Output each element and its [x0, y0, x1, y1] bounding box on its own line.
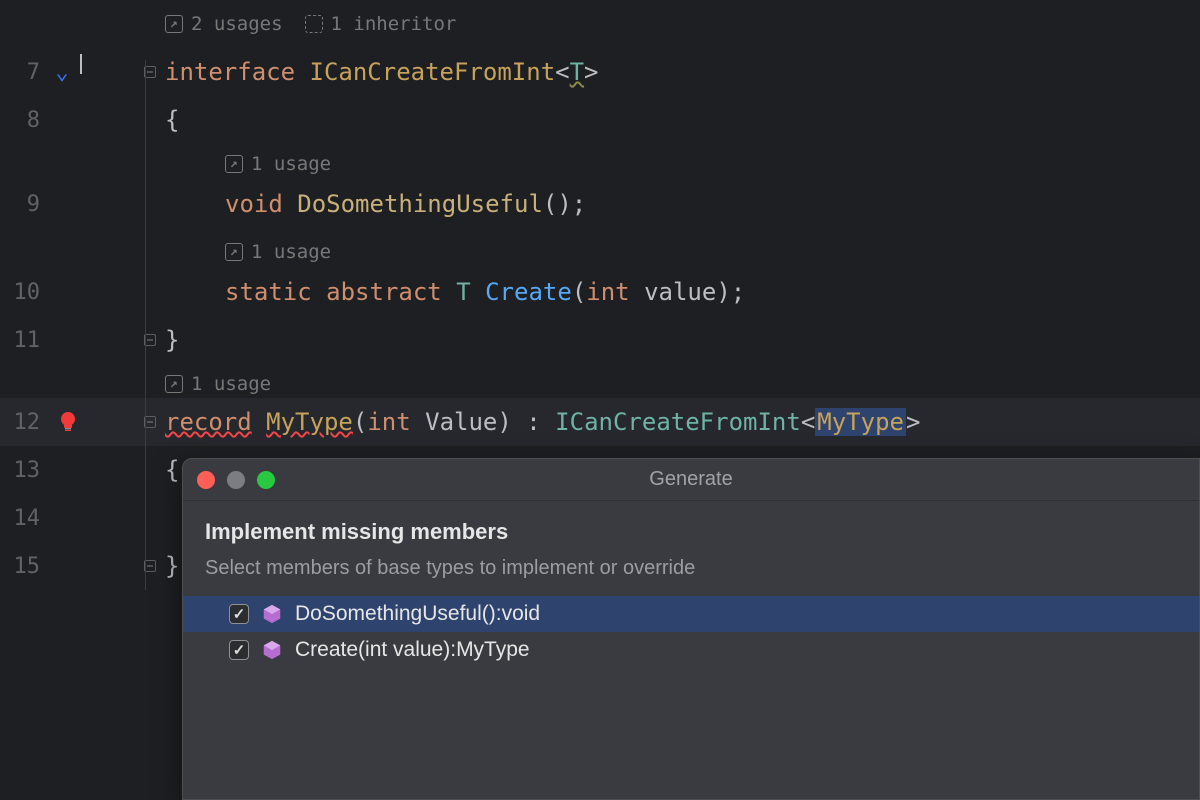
window-controls: [197, 471, 275, 489]
keyword-interface: interface: [165, 58, 295, 86]
usage-hint-method[interactable]: → 1 usage: [225, 153, 331, 175]
fold-toggle[interactable]: [140, 398, 160, 446]
method-icon: [261, 603, 283, 625]
fold-toggle[interactable]: [140, 48, 160, 96]
iface-ref: ICanCreateFromInt: [555, 408, 801, 436]
code-line-10[interactable]: static abstract T Create(int value);: [225, 278, 745, 306]
minimize-window-button[interactable]: [227, 471, 245, 489]
inheritor-text: 1 inheritor: [331, 13, 457, 35]
line-number: 12: [0, 410, 40, 435]
dialog-heading: Implement missing members: [205, 519, 1177, 545]
lt: <: [801, 408, 815, 436]
code-line-8[interactable]: {: [165, 106, 179, 134]
type-name: ICanCreateFromInt: [310, 58, 556, 86]
dialog-title: Generate: [183, 468, 1199, 491]
line-number: 7: [0, 60, 40, 85]
member-label: DoSomethingUseful():void: [295, 602, 540, 626]
code-line-9[interactable]: void DoSomethingUseful();: [225, 190, 586, 218]
code-line-13[interactable]: {: [165, 456, 179, 484]
param-value: value: [630, 278, 717, 306]
line-number: 15: [0, 554, 40, 579]
member-list: DoSomethingUseful():void Create(int valu…: [183, 596, 1199, 668]
fold-toggle[interactable]: [140, 316, 160, 364]
gt: >: [906, 408, 920, 436]
line-number: 8: [0, 108, 40, 133]
usage-text: 1 usage: [251, 241, 331, 263]
type-mytype: MyType: [266, 408, 353, 436]
keyword-int: int: [367, 408, 410, 436]
member-item[interactable]: DoSomethingUseful():void: [183, 596, 1199, 632]
usage-text: 1 usage: [191, 373, 271, 395]
code-line-15[interactable]: }: [165, 552, 179, 580]
param-Value: Value: [411, 408, 498, 436]
line-number: 14: [0, 506, 40, 531]
brace: {: [165, 106, 179, 134]
dialog-subtitle: Select members of base types to implemen…: [205, 557, 1177, 580]
line-number: 10: [0, 280, 40, 305]
member-label: Create(int value):MyType: [295, 638, 530, 662]
inheritor-icon: [305, 15, 323, 33]
member-checkbox[interactable]: [229, 604, 249, 624]
punct: ();: [543, 190, 586, 218]
keyword-void: void: [225, 190, 283, 218]
code-line-11[interactable]: }: [165, 326, 179, 354]
intention-bulb-icon[interactable]: [56, 410, 80, 434]
type-param: T: [570, 58, 584, 86]
type-arg: MyType: [815, 408, 906, 436]
usage-icon: →: [165, 375, 183, 393]
code-line-7[interactable]: interface ICanCreateFromInt<T>: [165, 58, 599, 86]
line-number: 11: [0, 328, 40, 353]
generate-dialog: Generate Implement missing members Selec…: [182, 458, 1200, 800]
caret-marker: [80, 54, 82, 74]
member-checkbox[interactable]: [229, 640, 249, 660]
dialog-titlebar[interactable]: Generate: [183, 459, 1199, 501]
line-number: 9: [0, 192, 40, 217]
colon-sep: ) :: [497, 408, 555, 436]
gutter-implemented-icon[interactable]: ⌄: [50, 60, 74, 84]
usage-text: 1 usage: [251, 153, 331, 175]
zoom-window-button[interactable]: [257, 471, 275, 489]
brace: }: [165, 326, 179, 354]
fold-toggle[interactable]: [140, 542, 160, 590]
code-editor[interactable]: → 2 usages 1 inheritor 7 ⌄ interface ICa…: [0, 0, 1200, 800]
usage-icon: →: [225, 155, 243, 173]
method-name: DoSomethingUseful: [297, 190, 543, 218]
method-icon: [261, 639, 283, 661]
keyword-static: static: [225, 278, 312, 306]
keyword-int: int: [586, 278, 629, 306]
member-item[interactable]: Create(int value):MyType: [183, 632, 1199, 668]
brace: {: [165, 456, 179, 484]
paren: (: [353, 408, 367, 436]
close-window-button[interactable]: [197, 471, 215, 489]
code-line-12[interactable]: record MyType(int Value) : ICanCreateFro…: [165, 408, 920, 436]
usage-hint-create[interactable]: → 1 usage: [225, 241, 331, 263]
usage-hint-interface[interactable]: → 2 usages 1 inheritor: [165, 13, 456, 35]
paren: (: [572, 278, 586, 306]
usage-text: 2 usages: [191, 13, 283, 35]
method-create: Create: [485, 278, 572, 306]
line-number: 13: [0, 458, 40, 483]
usage-hint-record[interactable]: → 1 usage: [165, 373, 271, 395]
fold-guide: [145, 60, 146, 590]
usage-icon: →: [225, 243, 243, 261]
keyword-record: record: [165, 408, 252, 436]
usage-icon: →: [165, 15, 183, 33]
paren-close: );: [716, 278, 745, 306]
keyword-abstract: abstract: [326, 278, 442, 306]
brace: }: [165, 552, 179, 580]
type-T: T: [456, 278, 470, 306]
